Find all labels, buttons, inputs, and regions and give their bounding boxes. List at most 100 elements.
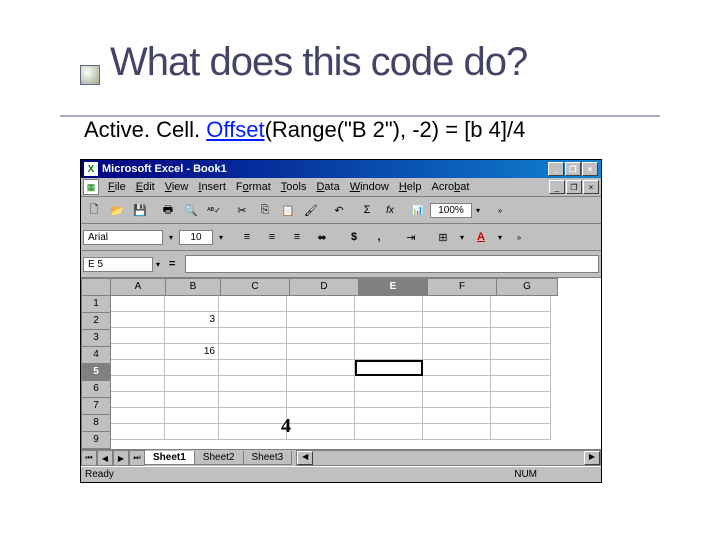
col-header-a[interactable]: A — [111, 278, 166, 296]
cell[interactable] — [165, 408, 219, 424]
print-icon[interactable]: 🖶 — [157, 199, 179, 221]
borders-dropdown-icon[interactable]: ▾ — [457, 226, 467, 248]
doc-close-button[interactable]: × — [583, 180, 599, 194]
row-header-1[interactable]: 1 — [81, 296, 111, 313]
cell-b2[interactable]: 3 — [165, 312, 219, 328]
cell[interactable] — [491, 328, 551, 344]
cell[interactable] — [287, 392, 355, 408]
format-painter-icon[interactable]: 🖌 — [300, 199, 322, 221]
cell[interactable] — [219, 360, 287, 376]
cell[interactable] — [165, 360, 219, 376]
cell[interactable] — [111, 328, 165, 344]
next-sheet-icon[interactable]: ▶ — [113, 450, 129, 466]
cell[interactable] — [219, 344, 287, 360]
cell[interactable] — [111, 424, 165, 440]
cell[interactable] — [111, 360, 165, 376]
save-icon[interactable]: 💾 — [129, 199, 151, 221]
cell[interactable] — [219, 392, 287, 408]
sheet-tab-1[interactable]: Sheet1 — [144, 451, 195, 465]
minimize-button[interactable]: _ — [548, 162, 564, 176]
row-header-3[interactable]: 3 — [81, 330, 111, 347]
merge-icon[interactable]: ⬌ — [311, 226, 333, 248]
menu-data[interactable]: Data — [311, 179, 344, 195]
cell[interactable] — [219, 376, 287, 392]
col-header-c[interactable]: C — [221, 278, 290, 296]
col-header-f[interactable]: F — [428, 278, 497, 296]
cell[interactable] — [287, 296, 355, 312]
align-left-icon[interactable]: ≡ — [236, 226, 258, 248]
cell[interactable] — [491, 376, 551, 392]
cell[interactable] — [491, 296, 551, 312]
zoom-dropdown-icon[interactable]: ▾ — [473, 199, 483, 221]
font-size-combo[interactable]: 10 — [179, 230, 213, 245]
sheet-tab-3[interactable]: Sheet3 — [243, 451, 293, 465]
cell[interactable] — [355, 312, 423, 328]
cell[interactable] — [423, 376, 491, 392]
col-header-b[interactable]: B — [166, 278, 221, 296]
indent-icon[interactable]: ⇥ — [400, 226, 422, 248]
close-button[interactable]: × — [582, 162, 598, 176]
cell[interactable] — [219, 424, 287, 440]
cell[interactable] — [355, 392, 423, 408]
cell[interactable] — [111, 296, 165, 312]
cell[interactable] — [491, 408, 551, 424]
cell[interactable] — [491, 344, 551, 360]
menu-edit[interactable]: Edit — [131, 179, 160, 195]
cell[interactable] — [355, 408, 423, 424]
cell[interactable] — [423, 392, 491, 408]
cell[interactable] — [219, 312, 287, 328]
align-center-icon[interactable]: ≡ — [261, 226, 283, 248]
undo-icon[interactable]: ↶ — [328, 199, 350, 221]
chart-icon[interactable]: 📊 — [407, 199, 429, 221]
cell[interactable] — [491, 312, 551, 328]
horizontal-scrollbar[interactable]: ◀ ▶ — [296, 450, 601, 466]
row-header-2[interactable]: 2 — [81, 313, 111, 330]
size-dropdown-icon[interactable]: ▾ — [216, 226, 226, 248]
col-header-g[interactable]: G — [497, 278, 558, 296]
cell[interactable] — [491, 392, 551, 408]
cell[interactable] — [423, 360, 491, 376]
cut-icon[interactable]: ✂ — [231, 199, 253, 221]
doc-restore-button[interactable]: ❐ — [566, 180, 582, 194]
select-all-corner[interactable] — [81, 278, 111, 296]
last-sheet-icon[interactable]: ⏭ — [129, 450, 145, 466]
cell[interactable] — [165, 392, 219, 408]
cell[interactable] — [355, 328, 423, 344]
menu-view[interactable]: View — [160, 179, 194, 195]
cell[interactable] — [287, 424, 355, 440]
cell[interactable] — [355, 296, 423, 312]
cell[interactable] — [287, 344, 355, 360]
cell[interactable] — [287, 408, 355, 424]
preview-icon[interactable]: 🔍 — [180, 199, 202, 221]
cell[interactable] — [423, 312, 491, 328]
font-combo[interactable]: Arial — [83, 230, 163, 245]
active-cell-e5[interactable] — [355, 360, 423, 376]
workbook-icon[interactable]: ▦ — [83, 179, 99, 195]
comma-icon[interactable]: , — [368, 226, 390, 248]
menu-window[interactable]: Window — [345, 179, 394, 195]
function-icon[interactable]: fx — [379, 199, 401, 221]
cell[interactable] — [287, 328, 355, 344]
currency-icon[interactable]: $ — [343, 226, 365, 248]
cell-b4[interactable]: 16 — [165, 344, 219, 360]
font-color-icon[interactable]: A — [470, 226, 492, 248]
more-format-icon[interactable]: » — [508, 226, 530, 248]
cell[interactable] — [165, 424, 219, 440]
fontcolor-dropdown-icon[interactable]: ▾ — [495, 226, 505, 248]
col-header-d[interactable]: D — [290, 278, 359, 296]
sheet-tab-2[interactable]: Sheet2 — [194, 451, 244, 465]
scroll-left-icon[interactable]: ◀ — [297, 451, 313, 465]
open-icon[interactable]: 📂 — [106, 199, 128, 221]
menu-file[interactable]: File — [103, 179, 131, 195]
cell[interactable] — [165, 296, 219, 312]
row-header-8[interactable]: 8 — [81, 415, 111, 432]
borders-icon[interactable]: ⊞ — [432, 226, 454, 248]
spelling-icon[interactable]: ᴬᴮ✓ — [203, 199, 225, 221]
scroll-right-icon[interactable]: ▶ — [584, 451, 600, 465]
cell[interactable] — [287, 312, 355, 328]
cell[interactable] — [491, 424, 551, 440]
cell[interactable] — [355, 424, 423, 440]
cell[interactable] — [287, 376, 355, 392]
row-header-5[interactable]: 5 — [81, 364, 111, 381]
new-icon[interactable]: 🗋 — [83, 199, 105, 221]
